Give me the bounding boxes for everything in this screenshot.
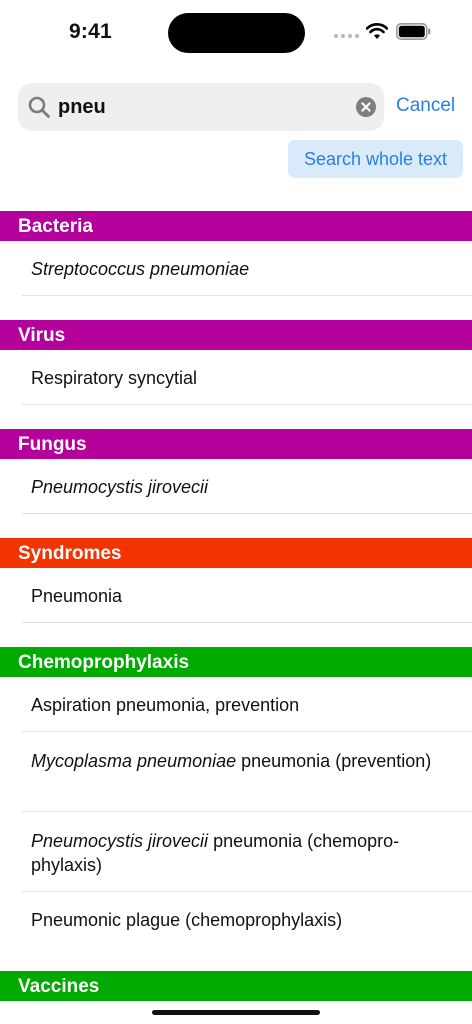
list-item[interactable]: Pneumonia <box>22 568 472 623</box>
search-input[interactable] <box>58 93 348 121</box>
list-item-label: Aspiration pneumonia, prevention <box>31 695 300 715</box>
screen: 9:41 Cancel Search whole text Bacteria <box>0 0 472 1024</box>
list-item-label: Respiratory syncytial <box>31 368 198 388</box>
wifi-icon <box>366 23 388 39</box>
list-item[interactable]: Pneumocystis jirovecii <box>22 459 472 514</box>
cellular-signal-icon <box>334 34 359 38</box>
search-whole-text-button[interactable]: Search whole text <box>288 140 463 178</box>
home-indicator[interactable] <box>152 1010 320 1015</box>
battery-icon <box>396 23 431 40</box>
section-header-vaccines: Vaccines <box>0 971 472 1001</box>
list-item[interactable]: Aspiration pneumonia, prevention <box>22 677 472 732</box>
section-header-chemoprophylaxis: Chemoprophylaxis <box>0 647 472 677</box>
results-list: Bacteria Streptococcus pneumoniae Virus … <box>0 211 472 1001</box>
section-header-fungus: Fungus <box>0 429 472 459</box>
list-item-italic: Pneumocystis jirovecii <box>31 831 209 851</box>
search-bar[interactable] <box>18 83 384 131</box>
list-item[interactable]: Pneumonic plague (chemoprophylaxis) <box>22 892 472 947</box>
section-header-virus: Virus <box>0 320 472 350</box>
dynamic-island <box>168 13 305 53</box>
clear-search-icon[interactable] <box>356 97 376 117</box>
list-item-label: Pneumonic plague (chemoprophylaxis) <box>31 910 343 930</box>
list-item[interactable]: Respiratory syncytial <box>22 350 472 405</box>
status-bar: 9:41 <box>0 0 472 64</box>
list-item[interactable]: Pneumocystis jirovecii pneumonia (chemop… <box>22 812 472 892</box>
cancel-button[interactable]: Cancel <box>396 95 455 117</box>
list-item-label: Pneumonia <box>31 586 123 606</box>
list-item-italic: Pneumocystis jirovecii <box>31 477 209 497</box>
list-item[interactable]: Streptococcus pneumoniae <box>22 241 472 296</box>
section-header-syndromes: Syndromes <box>0 538 472 568</box>
search-icon <box>28 96 50 118</box>
section-header-bacteria: Bacteria <box>0 211 472 241</box>
list-item-label: pneumonia (prevention) <box>236 751 432 771</box>
status-time: 9:41 <box>69 20 112 43</box>
list-item-italic: Streptococcus pneumoniae <box>31 259 250 279</box>
list-item[interactable]: Mycoplasma pneumoniae pneumonia (prevent… <box>22 732 472 812</box>
list-item-italic: Mycoplasma pneumoniae <box>31 751 237 771</box>
